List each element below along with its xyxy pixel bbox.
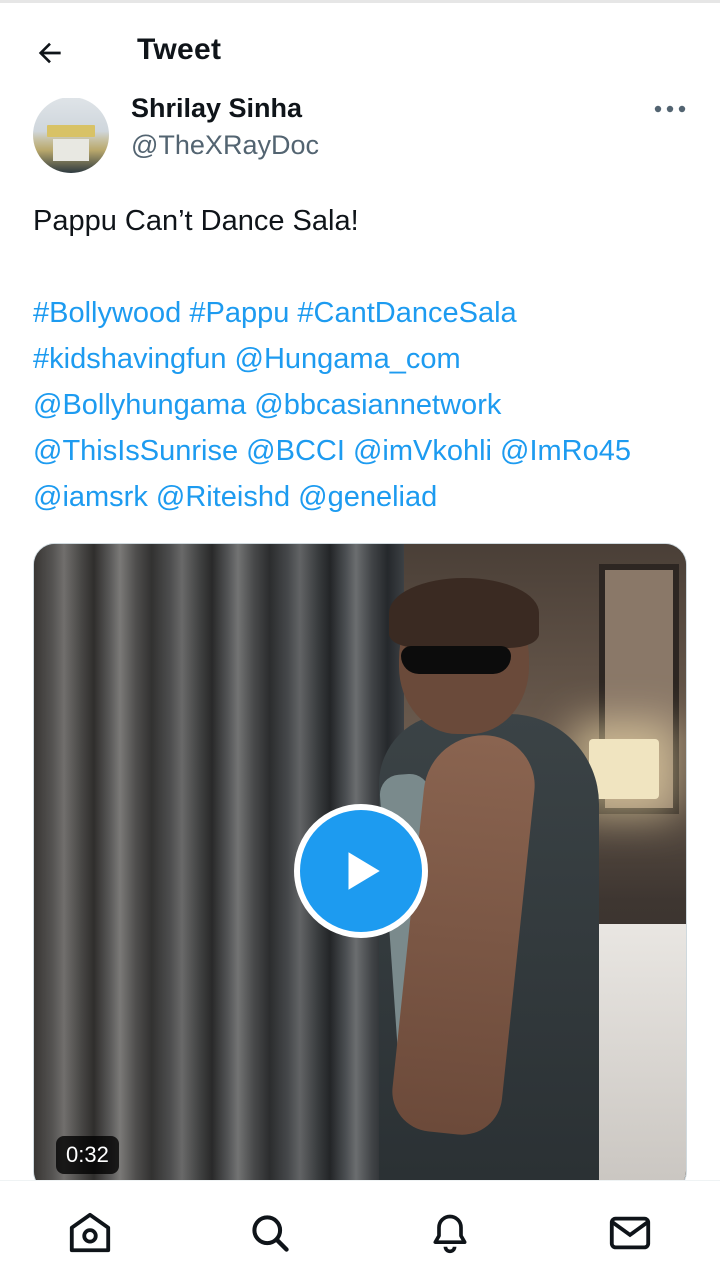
video-player[interactable]: 0:32 bbox=[33, 543, 687, 1193]
arrow-left-icon bbox=[38, 42, 61, 64]
nav-home[interactable] bbox=[66, 1209, 114, 1257]
messages-icon bbox=[609, 1216, 651, 1250]
tag-line[interactable]: #kidshavingfun @Hungama_com bbox=[33, 336, 693, 382]
tweet-text: Pappu Can’t Dance Sala! #Bollywood #Papp… bbox=[33, 198, 693, 520]
video-duration: 0:32 bbox=[56, 1136, 119, 1174]
tweet-tags: #Bollywood #Pappu #CantDanceSala #kidsha… bbox=[33, 290, 693, 520]
avatar[interactable] bbox=[33, 97, 109, 173]
back-button[interactable] bbox=[30, 33, 70, 73]
search-icon bbox=[252, 1215, 289, 1252]
top-bar: Tweet bbox=[0, 0, 720, 98]
nav-messages[interactable] bbox=[606, 1209, 654, 1257]
more-options-button[interactable] bbox=[650, 99, 690, 119]
page-title: Tweet bbox=[137, 33, 222, 66]
nav-notifications[interactable] bbox=[426, 1209, 474, 1257]
tag-line[interactable]: @Bollyhungama @bbcasiannetwork bbox=[33, 382, 693, 428]
tag-line[interactable]: #Bollywood #Pappu #CantDanceSala bbox=[33, 290, 693, 336]
play-icon bbox=[348, 852, 380, 890]
bottom-navigation bbox=[0, 1180, 720, 1281]
tag-line[interactable]: @iamsrk @Riteishd @geneliad bbox=[33, 474, 693, 520]
author-handle[interactable]: @TheXRayDoc bbox=[131, 130, 319, 161]
home-icon bbox=[69, 1212, 111, 1253]
more-horizontal-icon bbox=[654, 105, 686, 113]
tweet-author: Shrilay Sinha @TheXRayDoc bbox=[0, 85, 720, 175]
play-button[interactable] bbox=[294, 804, 428, 938]
tag-line[interactable]: @ThisIsSunrise @BCCI @imVkohli @ImRo45 bbox=[33, 428, 693, 474]
tweet-body: Pappu Can’t Dance Sala! bbox=[33, 205, 359, 237]
nav-search[interactable] bbox=[246, 1209, 294, 1257]
notifications-icon bbox=[433, 1214, 467, 1254]
